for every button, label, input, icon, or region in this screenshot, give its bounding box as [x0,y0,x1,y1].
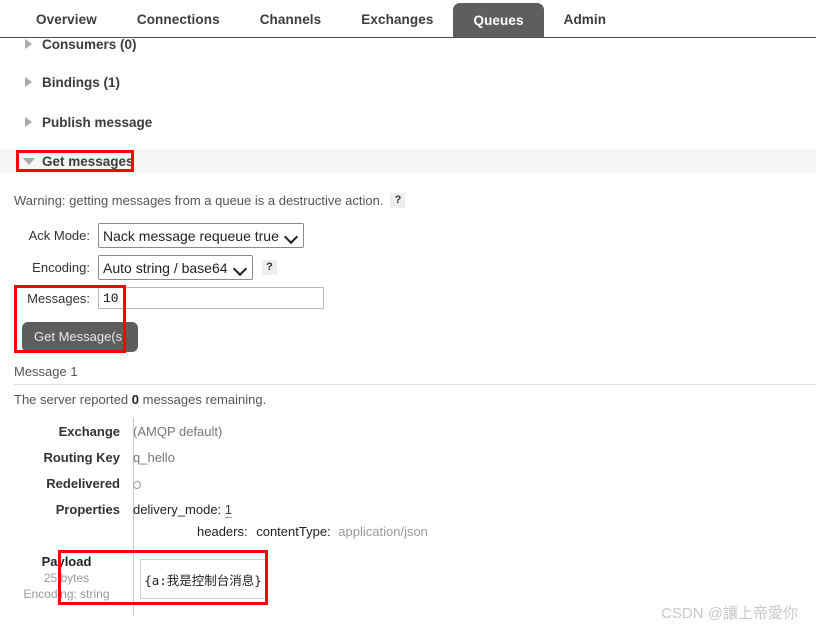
section-consumers-label: Consumers (0) [42,36,137,52]
chevron-down-icon [23,156,35,166]
section-bindings-label: Bindings (1) [42,74,120,90]
tab-admin-label: Admin [563,11,607,27]
routing-key-label: Routing Key [43,450,120,465]
properties-value: delivery_mode: 1 [133,502,233,518]
chevron-right-icon [24,39,34,49]
ack-mode-select-wrap: Nack message requeue true [98,223,304,248]
delivery-mode-value: 1 [224,502,233,518]
table-row: Redelivered [0,476,141,491]
message-title-divider [14,384,816,385]
table-row: Properties delivery_mode: 1 [0,502,233,518]
messages-remaining-text: The server reported 0 messages remaining… [14,392,266,407]
remaining-suffix: messages remaining. [139,392,267,407]
section-get-messages-label: Get messages [42,153,134,169]
redelivered-value [133,476,141,491]
table-row: headers: contentType: application/json [0,524,428,539]
section-get-messages[interactable]: Get messages [0,149,816,173]
details-column-divider [133,418,134,616]
remaining-count: 0 [131,392,140,407]
section-consumers[interactable]: Consumers (0) [0,32,816,56]
chevron-right-icon [24,77,34,87]
delivery-mode-key: delivery_mode: [133,502,222,517]
payload-body: {a:我是控制台消息} [140,559,266,599]
redelivered-label: Redelivered [46,476,120,491]
get-messages-button-wrap: Get Message(s) [22,322,139,352]
content-type-value: application/json [338,524,428,539]
payload-label: Payload [41,554,92,569]
help-icon[interactable]: ? [390,193,406,208]
watermark: CSDN @讓上帝愛你 [661,605,798,622]
tab-queues-label: Queues [473,13,524,28]
payload-meta: Payload 25 bytes Encoding: string [0,554,133,602]
chevron-right-icon [24,117,34,127]
encoding-select[interactable]: Auto string / base64 [98,255,253,280]
encoding-row: Encoding: Auto string / base64 ? [14,255,277,280]
exchange-value: (AMQP default) [133,424,223,439]
remaining-prefix: The server reported [14,392,132,407]
table-row: Routing Key q_hello [0,450,175,465]
tab-connections-label: Connections [136,11,220,27]
routing-key-value: q_hello [133,450,175,465]
messages-count-row: Messages: [14,287,324,309]
payload-size: 25 bytes [43,571,90,585]
ack-mode-select[interactable]: Nack message requeue true [98,223,304,248]
destructive-action-warning: Warning: getting messages from a queue i… [14,193,406,208]
headers-spacer [0,524,120,539]
encoding-help-icon[interactable]: ? [262,260,277,275]
section-publish-message-label: Publish message [42,114,153,130]
encoding-select-wrap: Auto string / base64 [98,255,253,280]
tab-exchanges-label: Exchanges [361,11,434,27]
messages-label: Messages: [27,290,90,306]
section-bindings[interactable]: Bindings (1) [0,70,816,94]
get-messages-button[interactable]: Get Message(s) [22,322,139,352]
circle-icon [133,480,141,489]
headers-key: headers: [197,524,248,539]
table-row: Exchange (AMQP default) [0,424,223,439]
ack-mode-label: Ack Mode: [28,228,90,243]
encoding-label: Encoding: [32,260,90,275]
tab-channels-label: Channels [259,11,322,27]
payload-encoding: Encoding: string [23,587,110,601]
tab-overview-label: Overview [36,11,97,27]
message-title: Message 1 [14,364,78,379]
ack-mode-row: Ack Mode: Nack message requeue true [14,223,304,248]
messages-count-input[interactable] [98,287,324,309]
section-publish-message[interactable]: Publish message [0,110,816,134]
exchange-label: Exchange [58,424,120,439]
content-type-key: contentType: [256,524,331,539]
warning-text: Warning: getting messages from a queue i… [14,193,384,208]
properties-label: Properties [55,502,120,517]
headers-value: headers: contentType: application/json [197,524,428,539]
